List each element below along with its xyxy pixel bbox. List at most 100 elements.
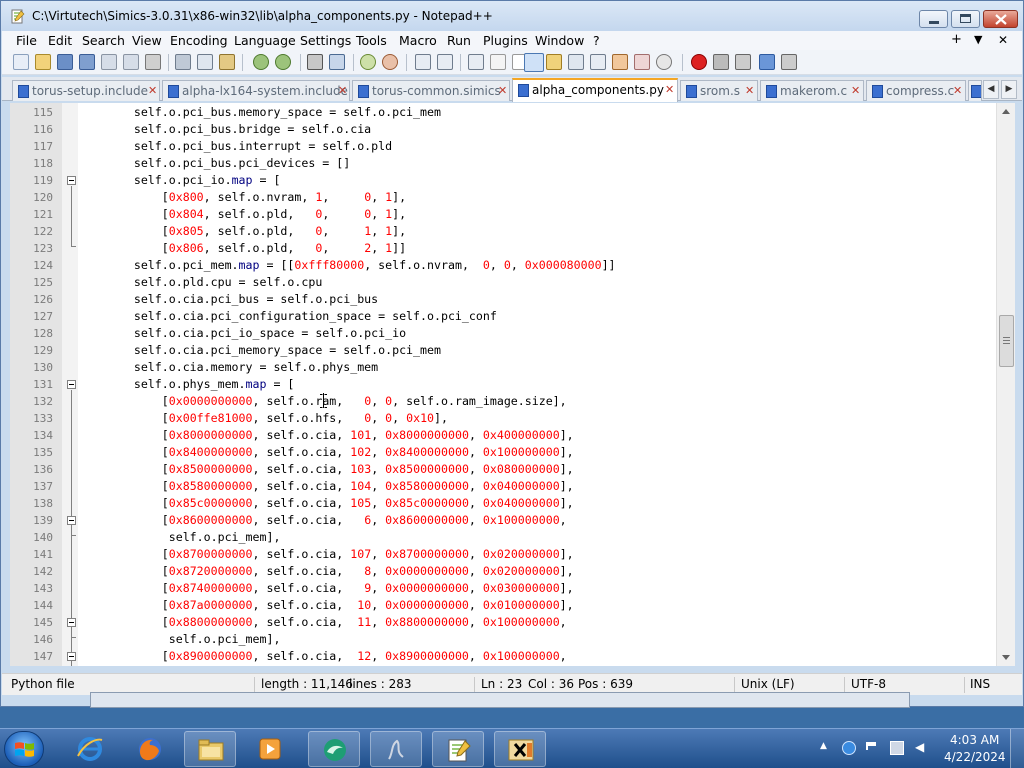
close-document-button[interactable]: ✕ bbox=[998, 33, 1008, 47]
tab-close-icon[interactable]: ✕ bbox=[953, 84, 962, 97]
tab-torus-common-simics[interactable]: torus-common.simics ✕ bbox=[352, 80, 510, 101]
save-macro-icon[interactable] bbox=[781, 54, 797, 70]
menu-language[interactable]: Language bbox=[234, 33, 296, 48]
code-line[interactable]: [0x806, self.o.pld, 0, 2, 1]] bbox=[78, 240, 998, 257]
code-line[interactable]: self.o.pci_bus.memory_space = self.o.pci… bbox=[78, 104, 998, 121]
status-encoding[interactable]: UTF-8 bbox=[851, 677, 886, 691]
taskbar-hxd-hex-editor[interactable] bbox=[494, 731, 546, 767]
define-language-icon[interactable] bbox=[546, 54, 562, 70]
tab-alpha-components-py[interactable]: alpha_components.py ✕ bbox=[512, 78, 678, 102]
tab-close-icon[interactable]: ✕ bbox=[665, 83, 674, 96]
code-line[interactable]: [0x804, self.o.pld, 0, 0, 1], bbox=[78, 206, 998, 223]
menu-encoding[interactable]: Encoding bbox=[170, 33, 228, 48]
save-all-icon[interactable] bbox=[79, 54, 95, 70]
clock-time[interactable]: 4:03 AM bbox=[950, 733, 999, 747]
tab-torus-setup-include[interactable]: torus-setup.include ✕ bbox=[12, 80, 160, 101]
code-line[interactable]: self.o.pci_bus.pci_devices = [] bbox=[78, 155, 998, 172]
menu-plugins[interactable]: Plugins bbox=[483, 33, 528, 48]
menu-macro[interactable]: Macro bbox=[399, 33, 437, 48]
title-bar[interactable]: C:\Virtutech\Simics-3.0.31\x86-win32\lib… bbox=[1, 1, 1023, 31]
word-wrap-icon[interactable] bbox=[468, 54, 484, 70]
new-tab-plus-button[interactable]: + bbox=[951, 32, 962, 47]
run-macro-multiple-icon[interactable] bbox=[759, 54, 775, 70]
menu-help[interactable]: ? bbox=[593, 33, 600, 48]
tab-close-icon[interactable]: ✕ bbox=[338, 84, 347, 97]
menu-edit[interactable]: Edit bbox=[48, 33, 72, 48]
code-line[interactable]: self.o.pci_mem], bbox=[78, 529, 998, 546]
vertical-scrollbar[interactable] bbox=[996, 103, 1015, 666]
tab-alpha-lx164-system-include[interactable]: alpha-lx164-system.include ✕ bbox=[162, 80, 350, 101]
tab-close-icon[interactable]: ✕ bbox=[498, 84, 507, 97]
menu-file[interactable]: File bbox=[16, 33, 37, 48]
document-map-icon[interactable] bbox=[568, 54, 584, 70]
code-line[interactable]: self.o.pci_mem.map = [[0xfff80000, self.… bbox=[78, 257, 998, 274]
menu-window[interactable]: Window bbox=[535, 33, 584, 48]
code-line[interactable]: [0x8600000000, self.o.cia, 6, 0x86000000… bbox=[78, 512, 998, 529]
code-line[interactable]: self.o.pld.cpu = self.o.cpu bbox=[78, 274, 998, 291]
code-line[interactable]: self.o.pci_bus.bridge = self.o.cia bbox=[78, 121, 998, 138]
code-line[interactable]: [0x805, self.o.pld, 0, 1, 1], bbox=[78, 223, 998, 240]
maximize-button[interactable] bbox=[951, 10, 980, 28]
tab-srom-s[interactable]: srom.s ✕ bbox=[680, 80, 758, 101]
redo-icon[interactable] bbox=[275, 54, 291, 70]
code-line[interactable]: self.o.cia.pci_memory_space = self.o.pci… bbox=[78, 342, 998, 359]
code-line[interactable]: self.o.pci_io.map = [ bbox=[78, 172, 998, 189]
code-line[interactable]: self.o.pci_mem], bbox=[78, 631, 998, 648]
status-line-ending[interactable]: Unix (LF) bbox=[741, 677, 795, 691]
eye-icon[interactable] bbox=[656, 54, 672, 70]
undo-icon[interactable] bbox=[253, 54, 269, 70]
code-line[interactable]: [0x8800000000, self.o.cia, 11, 0x8800000… bbox=[78, 614, 998, 631]
menu-search[interactable]: Search bbox=[82, 33, 125, 48]
code-line[interactable]: self.o.cia.memory = self.o.phys_mem bbox=[78, 359, 998, 376]
replace-icon[interactable] bbox=[329, 54, 345, 70]
paste-icon[interactable] bbox=[219, 54, 235, 70]
function-list-icon[interactable] bbox=[590, 54, 606, 70]
fold-collapse-icon[interactable] bbox=[67, 176, 76, 185]
code-line[interactable]: [0x8740000000, self.o.cia, 9, 0x00000000… bbox=[78, 580, 998, 597]
record-macro-icon[interactable] bbox=[691, 54, 707, 70]
code-area[interactable]: self.o.pci_bus.memory_space = self.o.pci… bbox=[78, 103, 998, 666]
save-icon[interactable] bbox=[57, 54, 73, 70]
scrollbar-thumb[interactable] bbox=[999, 315, 1014, 367]
minimize-button[interactable] bbox=[919, 10, 948, 28]
menu-tools[interactable]: Tools bbox=[356, 33, 387, 48]
network-status-icon[interactable] bbox=[890, 741, 904, 755]
taskbar-internet-explorer[interactable] bbox=[64, 731, 116, 767]
code-line[interactable]: self.o.cia.pci_configuration_space = sel… bbox=[78, 308, 998, 325]
code-line[interactable]: [0x8900000000, self.o.cia, 12, 0x8900000… bbox=[78, 648, 998, 665]
open-file-icon[interactable] bbox=[35, 54, 51, 70]
cut-icon[interactable] bbox=[175, 54, 191, 70]
code-line[interactable]: self.o.cia.pci_io_space = self.o.pci_io bbox=[78, 325, 998, 342]
fold-collapse-icon[interactable] bbox=[67, 516, 76, 525]
menu-view[interactable]: View bbox=[132, 33, 162, 48]
menu-run[interactable]: Run bbox=[447, 33, 471, 48]
play-macro-icon[interactable] bbox=[735, 54, 751, 70]
fold-collapse-icon[interactable] bbox=[67, 618, 76, 627]
code-line[interactable]: [0x87a0000000, self.o.cia, 10, 0x0000000… bbox=[78, 597, 998, 614]
scroll-down-arrow-icon[interactable] bbox=[1002, 655, 1010, 660]
tab-close-icon[interactable]: ✕ bbox=[148, 84, 157, 97]
status-insert-mode[interactable]: INS bbox=[970, 677, 990, 691]
tab-scroll-right-button[interactable]: ▶ bbox=[1001, 80, 1017, 99]
code-editor[interactable]: 115 116 117 118 119 120 121 122 123 124 125 126 127 1… bbox=[10, 103, 1015, 666]
print-icon[interactable] bbox=[145, 54, 161, 70]
selected-toolbar-button-icon[interactable] bbox=[524, 53, 544, 72]
taskbar-app-green[interactable] bbox=[308, 731, 360, 767]
taskbar-file-explorer[interactable] bbox=[184, 731, 236, 767]
monitoring-icon[interactable] bbox=[634, 54, 650, 70]
code-line[interactable]: self.o.pci_bus.interrupt = self.o.pld bbox=[78, 138, 998, 155]
zoom-out-icon[interactable] bbox=[382, 54, 398, 70]
tab-list-dropdown-button[interactable]: ▼ bbox=[974, 33, 982, 46]
tab-close-icon[interactable]: ✕ bbox=[851, 84, 860, 97]
volume-speaker-icon[interactable]: ◀ bbox=[915, 740, 929, 754]
folder-as-workspace-icon[interactable] bbox=[612, 54, 628, 70]
sync-vertical-icon[interactable] bbox=[415, 54, 431, 70]
code-line[interactable]: [0x8720000000, self.o.cia, 8, 0x00000000… bbox=[78, 563, 998, 580]
start-button[interactable] bbox=[4, 731, 44, 767]
code-line[interactable]: [0x85c0000000, self.o.cia, 105, 0x85c000… bbox=[78, 495, 998, 512]
code-line[interactable]: [0x8400000000, self.o.cia, 102, 0x840000… bbox=[78, 444, 998, 461]
close-button[interactable] bbox=[983, 10, 1018, 28]
new-file-icon[interactable] bbox=[13, 54, 29, 70]
zoom-in-icon[interactable] bbox=[360, 54, 376, 70]
close-all-icon[interactable] bbox=[123, 54, 139, 70]
